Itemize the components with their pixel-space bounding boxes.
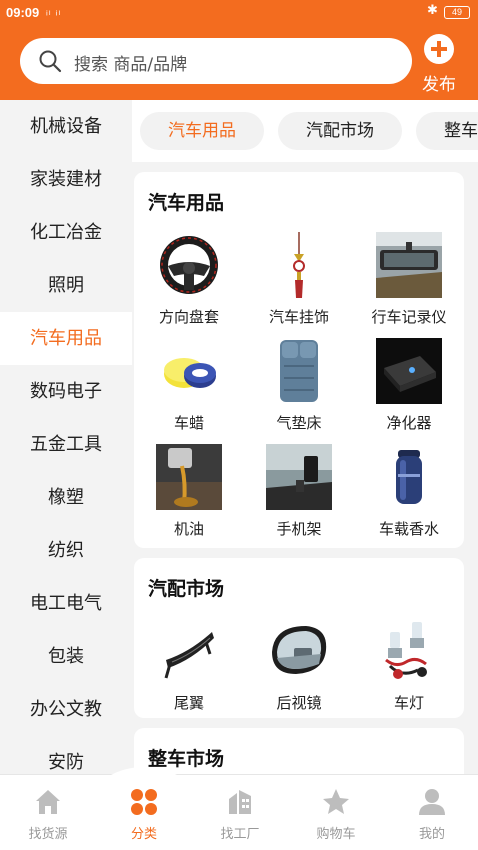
bluetooth-icon: ✱: [427, 3, 438, 18]
product-item[interactable]: 汽车挂饰: [244, 232, 354, 332]
nav-label: 分类: [130, 827, 157, 842]
header: 09:09 ᵢₗ ᵢₗ ✱ 49 搜索 商品/品牌 发布: [0, 0, 478, 100]
product-item[interactable]: 手机架: [244, 444, 354, 544]
steering-wheel-cover-image: [160, 236, 218, 294]
search-icon: [39, 50, 62, 73]
publish-label: 发布: [422, 75, 456, 95]
product-item[interactable]: 行车记录仪: [354, 232, 464, 332]
product-item[interactable]: 车灯: [354, 618, 464, 718]
bottom-nav: 找货源 分类 找工厂 购物车 我的: [0, 767, 478, 850]
battery-icon: 49: [444, 6, 470, 19]
status-bar: 09:09 ᵢₗ ᵢₗ ✱ 49: [0, 0, 478, 26]
air-purifier-image: [376, 338, 442, 404]
nav-cart[interactable]: 购物车: [288, 775, 384, 850]
search-bar[interactable]: 搜索 商品/品牌: [20, 38, 412, 84]
nav-mine[interactable]: 我的: [384, 775, 478, 850]
nav-label: 找货源: [28, 827, 68, 842]
nav-find-factory[interactable]: 找工厂: [192, 775, 288, 850]
sidebar-item[interactable]: 数码电子: [0, 365, 132, 418]
headlight-image: [385, 622, 427, 679]
tab-parts-market[interactable]: 汽配市场: [278, 112, 402, 150]
car-wax-image: [164, 358, 216, 388]
spoiler-image: [164, 632, 214, 679]
sidebar-item[interactable]: 电工电气: [0, 577, 132, 630]
product-label: 后视镜: [276, 694, 322, 712]
product-label: 气垫床: [276, 414, 322, 432]
home-icon: [36, 790, 60, 814]
product-label: 车载香水: [378, 520, 439, 538]
section-title: 汽车用品: [148, 192, 225, 214]
section-card: 汽车用品 方向盘套 汽车挂饰 行车记录仪 车蜡 气垫床 净化器 机油 手机架 车…: [134, 172, 464, 548]
nav-category[interactable]: 分类: [96, 775, 192, 850]
subcategory-tabs: 汽车用品 汽配市场 整车: [132, 100, 478, 162]
search-input[interactable]: 搜索 商品/品牌: [74, 50, 187, 75]
sidebar-item[interactable]: 照明: [0, 259, 132, 312]
sidebar-item[interactable]: 机械设备: [0, 100, 132, 153]
dashcam-image: [376, 232, 442, 298]
signal-icon: ᵢₗ ᵢₗ: [46, 6, 62, 18]
product-label: 汽车挂饰: [268, 308, 329, 326]
product-label: 机油: [173, 520, 204, 538]
product-label: 手机架: [276, 520, 322, 538]
sidebar-item[interactable]: 家装建材: [0, 153, 132, 206]
factory-icon: [229, 790, 251, 814]
product-item[interactable]: 车载香水: [354, 444, 464, 544]
category-content[interactable]: 汽车用品 汽配市场 整车 汽车用品 方向盘套 汽车挂饰 行车记录仪 车蜡 气垫床…: [132, 100, 478, 774]
rearview-mirror-image: [272, 626, 327, 674]
product-label: 方向盘套: [158, 308, 219, 326]
product-item[interactable]: 方向盘套: [134, 232, 244, 332]
user-icon: [419, 789, 445, 815]
nav-label: 找工厂: [220, 827, 260, 842]
air-mattress-image: [280, 340, 318, 402]
product-item[interactable]: 车蜡: [134, 338, 244, 438]
product-label: 车灯: [393, 694, 424, 712]
category-grid-icon: [131, 789, 157, 815]
nav-find-source[interactable]: 找货源: [0, 775, 96, 850]
status-time: 09:09: [6, 5, 40, 20]
product-item[interactable]: 净化器: [354, 338, 464, 438]
sidebar-item[interactable]: 五金工具: [0, 418, 132, 471]
product-item[interactable]: 后视镜: [244, 618, 354, 718]
phone-holder-image: [266, 444, 332, 510]
nav-label: 购物车: [316, 827, 356, 842]
section-title: 整车市场: [148, 748, 225, 770]
sidebar-item-active[interactable]: 汽车用品: [0, 312, 132, 365]
sidebar-item[interactable]: 纺织: [0, 524, 132, 577]
product-label: 尾翼: [173, 694, 204, 712]
sidebar-item[interactable]: 安防: [0, 736, 132, 774]
nav-label: 我的: [418, 827, 445, 842]
engine-oil-image: [156, 444, 222, 510]
plus-circle-icon: [424, 34, 454, 64]
sidebar-item[interactable]: 橡塑: [0, 471, 132, 524]
star-icon: [323, 789, 349, 814]
sidebar-item[interactable]: 办公文教: [0, 683, 132, 736]
product-label: 净化器: [386, 414, 432, 432]
sidebar-item[interactable]: 包装: [0, 630, 132, 683]
publish-button[interactable]: 发布: [418, 34, 460, 96]
product-item[interactable]: 尾翼: [134, 618, 244, 718]
section-card: 汽配市场 尾翼 后视镜 车灯: [134, 558, 464, 718]
category-sidebar[interactable]: 机械设备 家装建材 化工冶金 照明 汽车用品 数码电子 五金工具 橡塑 纺织 电…: [0, 100, 132, 774]
product-item[interactable]: 气垫床: [244, 338, 354, 438]
product-label: 车蜡: [173, 414, 204, 432]
sidebar-item[interactable]: 化工冶金: [0, 206, 132, 259]
product-item[interactable]: 机油: [134, 444, 244, 544]
car-pendant-image: [293, 232, 305, 298]
section-title: 汽配市场: [148, 578, 225, 600]
product-label: 行车记录仪: [371, 308, 447, 326]
car-perfume-image: [396, 450, 422, 504]
section-card: 整车市场: [134, 728, 464, 774]
tab-auto-supplies[interactable]: 汽车用品: [140, 112, 264, 150]
tab-vehicle-market[interactable]: 整车: [416, 112, 478, 150]
